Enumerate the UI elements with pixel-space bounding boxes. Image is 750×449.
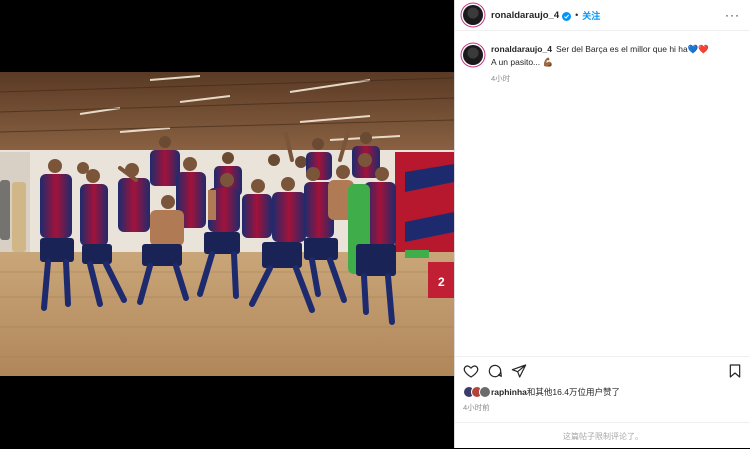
caption-username[interactable]: ronaldaraujo_4: [491, 44, 552, 54]
share-icon[interactable]: [511, 363, 527, 379]
verified-badge-icon: [562, 11, 572, 21]
likes-summary[interactable]: raphinha 和其他16.4万位用户赞了: [463, 386, 620, 398]
likes-count-text[interactable]: 和其他16.4万位用户赞了: [527, 386, 620, 398]
author-avatar[interactable]: [463, 5, 483, 25]
caption-body: ronaldaraujo_4 Ser del Barça es el millor…: [491, 43, 709, 85]
action-bar: [455, 356, 750, 384]
red-heart-emoji: ❤️: [698, 44, 709, 54]
separator-dot: •: [575, 10, 579, 20]
heart-icon[interactable]: [463, 363, 479, 379]
comments-restricted-notice: 这篇帖子限制评论了。: [455, 422, 750, 449]
blue-heart-emoji: 💙: [687, 44, 699, 54]
caption-line2: A un pasito...: [491, 57, 541, 67]
svg-text:2: 2: [438, 275, 445, 289]
more-options-icon[interactable]: ···: [725, 8, 740, 22]
caption-author-avatar[interactable]: [463, 45, 483, 65]
post-info-pane: ronaldaraujo_4 • 关注 ··· ronaldaraujo_4 Se…: [454, 0, 750, 448]
flexed-arm-emoji: 💪🏾: [542, 57, 554, 67]
bookmark-icon[interactable]: [727, 363, 743, 379]
comment-icon[interactable]: [487, 363, 503, 379]
caption-text: Ser del Barça es el millor que hi ha: [555, 44, 688, 54]
liker-avatars: [463, 386, 491, 398]
media-pane: 2: [0, 0, 454, 448]
caption-timestamp: 4小时: [491, 74, 511, 83]
post-timestamp: 4小时前: [463, 403, 490, 412]
follow-button[interactable]: 关注: [582, 9, 600, 22]
post-header: ronaldaraujo_4 • 关注 ···: [455, 0, 750, 31]
liker-username[interactable]: raphinha: [491, 387, 527, 397]
caption-block: ronaldaraujo_4 Ser del Barça es el millor…: [455, 31, 750, 85]
author-username[interactable]: ronaldaraujo_4: [491, 10, 559, 21]
post-photo[interactable]: 2: [0, 72, 454, 376]
